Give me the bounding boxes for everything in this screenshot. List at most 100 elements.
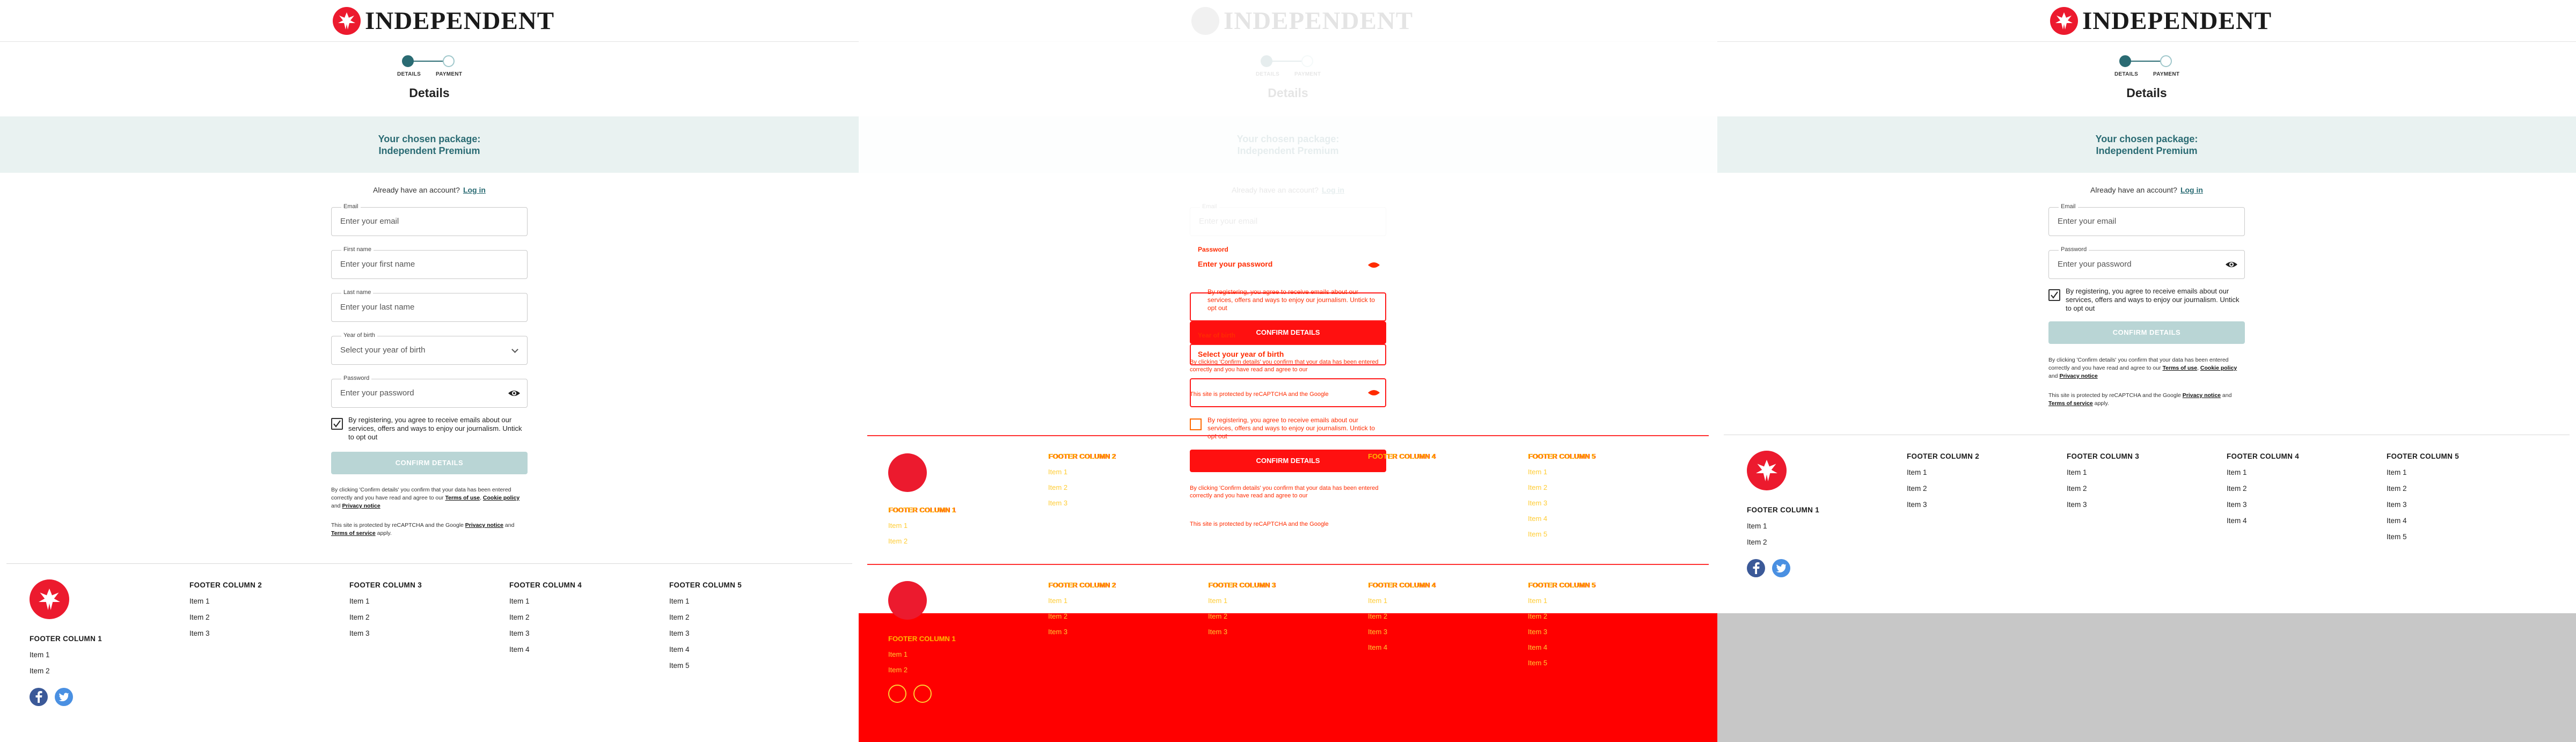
ghost-email-input: Enter your email [1199, 217, 1258, 226]
google-privacy-link[interactable]: Privacy notice [2183, 392, 2221, 399]
footer-column-5: FOOTER COLUMN 5 Item 1 Item 2 Item 3 Ite… [669, 581, 742, 678]
footer-link[interactable]: Item 2 [2387, 484, 2459, 501]
footer-column-1: FOOTER COLUMN 1 Item 1 Item 2 [1747, 506, 1819, 554]
eye-icon[interactable] [508, 388, 521, 399]
facebook-icon[interactable] [1747, 559, 1765, 577]
footer-link[interactable]: Item 2 [509, 613, 582, 629]
footer-column-3: FOOTER COLUMN 3 Item 1 Item 2 Item 3 [349, 581, 422, 645]
footer-link[interactable]: Item 1 [189, 597, 262, 613]
footer-link[interactable]: Item 3 [2067, 501, 2139, 517]
ghost-login-text: Already have an account? [1232, 186, 1319, 194]
diff-col-item: Item 1 [1368, 597, 1388, 605]
footer-link[interactable]: Item 1 [1747, 522, 1819, 538]
footer-link[interactable]: Item 4 [669, 645, 742, 662]
footer-link[interactable]: Item 1 [509, 597, 582, 613]
password-input[interactable]: Enter your password [2058, 251, 2132, 278]
footer-link[interactable]: Item 3 [509, 629, 582, 645]
google-terms-link[interactable]: Terms of service [331, 530, 376, 537]
login-prompt-text: Already have an account? [373, 186, 460, 194]
first-name-field[interactable]: First name Enter your first name [331, 246, 528, 279]
confirm-details-button[interactable]: CONFIRM DETAILS [331, 452, 528, 474]
password-field[interactable]: Password Enter your password [331, 375, 528, 408]
footer-link[interactable]: Item 5 [2387, 533, 2459, 549]
twitter-icon[interactable] [1772, 559, 1790, 577]
brand-logo[interactable]: INDEPENDENT [2050, 6, 2272, 35]
ghost-login-link: Log in [1321, 186, 1344, 194]
progress-stepper: DETAILS PAYMENT [397, 54, 463, 78]
privacy-link[interactable]: Privacy notice [2059, 373, 2097, 379]
footer-link[interactable]: Item 1 [349, 597, 422, 613]
eye-icon[interactable] [2225, 259, 2238, 270]
diff-col-title: FOOTER COLUMN 2 [1048, 452, 1116, 460]
email-field[interactable]: Email Enter your email [331, 203, 528, 236]
footer-link[interactable]: Item 5 [669, 662, 742, 678]
page-title: Details [2126, 86, 2167, 100]
footer-link[interactable]: Item 3 [2387, 501, 2459, 517]
footer-column-2: FOOTER COLUMN 2 Item 1 Item 2 Item 3 [1907, 452, 1979, 517]
cookie-link[interactable]: Cookie policy [483, 495, 519, 501]
year-select-value[interactable]: Select your year of birth [340, 336, 425, 364]
login-link[interactable]: Log in [2180, 186, 2203, 194]
footer-link[interactable]: Item 2 [349, 613, 422, 629]
footer-link[interactable]: Item 2 [30, 667, 102, 683]
last-name-input[interactable]: Enter your last name [340, 293, 414, 321]
footer-link[interactable]: Item 3 [669, 629, 742, 645]
password-input[interactable]: Enter your password [340, 379, 414, 407]
password-field[interactable]: Password Enter your password [2048, 246, 2245, 279]
footer-link[interactable]: Item 1 [669, 597, 742, 613]
brand-logo[interactable]: INDEPENDENT [333, 6, 554, 35]
step-payment-label: PAYMENT [436, 71, 463, 77]
package-heading: Your chosen package: [378, 134, 481, 144]
footer-link[interactable]: Item 3 [2227, 501, 2299, 517]
cookie-link[interactable]: Cookie policy [2200, 365, 2237, 371]
first-name-input[interactable]: Enter your first name [340, 251, 415, 278]
diff-facebook-icon [888, 685, 906, 703]
footer-link[interactable]: Item 4 [2387, 517, 2459, 533]
email-field[interactable]: Email Enter your email [2048, 203, 2245, 236]
facebook-icon[interactable] [30, 688, 48, 706]
ghost-header: INDEPENDENT [859, 0, 1717, 42]
footer-link[interactable]: Item 4 [2227, 517, 2299, 533]
footer-link[interactable]: Item 1 [2227, 468, 2299, 484]
footer-link[interactable]: Item 1 [30, 651, 102, 667]
google-privacy-link[interactable]: Privacy notice [465, 522, 503, 528]
diff-col-item: Item 2 [1048, 483, 1068, 491]
footer-link[interactable]: Item 3 [349, 629, 422, 645]
footer-link[interactable]: Item 1 [2387, 468, 2459, 484]
terms-link[interactable]: Terms of use [2162, 365, 2197, 371]
year-of-birth-select[interactable]: Year of birth Select your year of birth [331, 332, 528, 365]
google-terms-link[interactable]: Terms of service [2048, 400, 2093, 407]
login-prompt: Already have an account? Log in [0, 186, 859, 194]
site-header: INDEPENDENT [1717, 0, 2576, 42]
footer-link[interactable]: Item 1 [2067, 468, 2139, 484]
privacy-link[interactable]: Privacy notice [342, 503, 380, 509]
footer-link[interactable]: Item 3 [1907, 501, 1979, 517]
consent-checkbox[interactable] [331, 418, 343, 430]
diff-eye-icon [1368, 262, 1380, 268]
diff-col-item: Item 3 [1208, 628, 1228, 636]
footer-link[interactable]: Item 1 [1907, 468, 1979, 484]
email-input[interactable]: Enter your email [340, 208, 399, 236]
footer-link[interactable]: Item 2 [669, 613, 742, 629]
email-input[interactable]: Enter your email [2058, 208, 2116, 236]
footer-link[interactable]: Item 2 [1747, 538, 1819, 554]
footer-eagle-logo-icon[interactable] [30, 579, 69, 619]
footer-link[interactable]: Item 2 [2227, 484, 2299, 501]
last-name-field[interactable]: Last name Enter your last name [331, 289, 528, 322]
diff-col-item: Item 2 [1208, 612, 1228, 620]
login-link[interactable]: Log in [463, 186, 486, 194]
footer-eagle-logo-icon[interactable] [1747, 451, 1787, 490]
terms-link[interactable]: Terms of use [445, 495, 480, 501]
footer-link[interactable]: Item 4 [509, 645, 582, 662]
footer-link[interactable]: Item 3 [189, 629, 262, 645]
diff-footer-logo-icon-2 [888, 581, 927, 620]
twitter-icon[interactable] [55, 688, 73, 706]
footer-link[interactable]: Item 2 [2067, 484, 2139, 501]
diff-col-title: FOOTER COLUMN 1 [888, 635, 956, 643]
consent-row: By registering, you agree to receive ema… [331, 416, 528, 443]
footer-link[interactable]: Item 2 [189, 613, 262, 629]
below-footer-area [1717, 613, 2576, 742]
confirm-details-button[interactable]: CONFIRM DETAILS [2048, 321, 2245, 344]
footer-link[interactable]: Item 2 [1907, 484, 1979, 501]
consent-checkbox[interactable] [2048, 289, 2060, 301]
